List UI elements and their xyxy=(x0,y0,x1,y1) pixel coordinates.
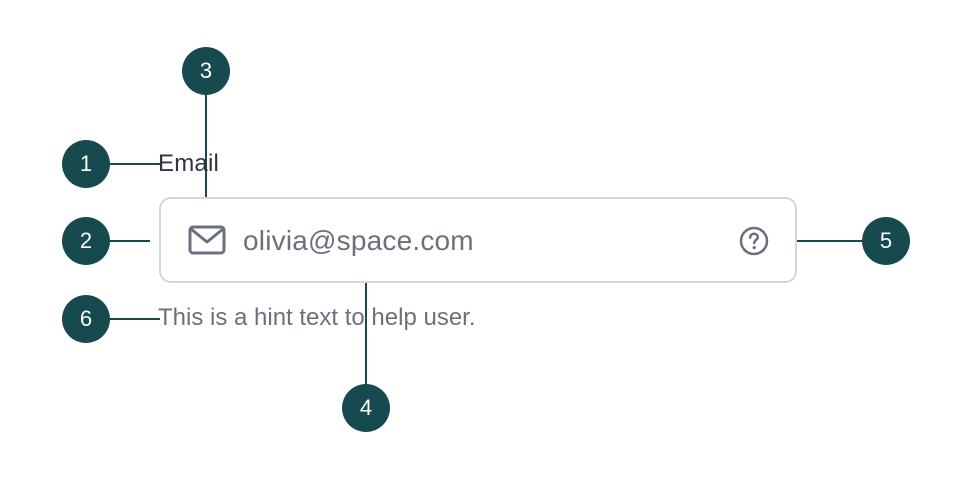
callout-6-leader xyxy=(108,318,160,320)
callout-marker-5: 5 xyxy=(862,217,910,265)
callout-1-leader xyxy=(108,163,160,165)
callout-2-leader xyxy=(108,240,150,242)
callout-marker-4: 4 xyxy=(342,384,390,432)
email-input-field[interactable]: olivia@space.com xyxy=(159,197,797,283)
field-label: Email xyxy=(158,150,220,177)
callout-marker-6: 6 xyxy=(62,295,110,343)
help-circle-icon[interactable] xyxy=(738,225,770,257)
callout-marker-3: 3 xyxy=(182,47,230,95)
callout-marker-2: 2 xyxy=(62,217,110,265)
email-input-value: olivia@space.com xyxy=(243,225,474,256)
mail-icon xyxy=(188,225,226,255)
callout-marker-1: 1 xyxy=(62,140,110,188)
hint-text: This is a hint text to help user. xyxy=(158,304,476,331)
annotated-input-diagram: Email olivia@space.com This is a hint te… xyxy=(0,0,954,480)
